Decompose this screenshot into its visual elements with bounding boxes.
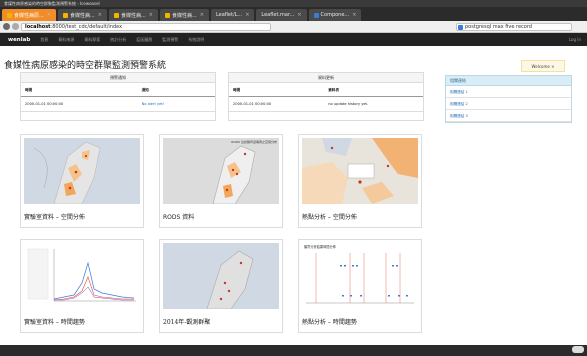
table-row: 2000-01-01 00:00:00 No alert yet!: [21, 96, 215, 112]
thumbnail-caption: 熱點分析 – 時間趨勢: [302, 319, 357, 326]
table-header-row: 時間 資料表: [229, 83, 423, 97]
nav-item-help[interactable]: 系統說明: [188, 37, 204, 43]
related-link[interactable]: 相關連結 1: [446, 86, 571, 98]
related-links-panel: 相關連結 相關連結 1 相關連結 2 相關連結 3: [445, 75, 572, 123]
thumbnail-hotspot-spatial[interactable]: 熱點分析 – 空間分佈: [298, 134, 422, 228]
map-image: RODS 急診腸胃道病例之空間分布: [163, 138, 279, 204]
page-favicon-icon: [313, 12, 319, 18]
browser-tab-bar: 食媒性病原... × 食媒性病... × 食媒性病... × 食媒性病... × Lea…: [0, 7, 587, 21]
forward-icon[interactable]: [12, 23, 19, 30]
browser-tab[interactable]: Leaflet.mar... ×: [256, 9, 307, 21]
alert-panel: 預警通知 時間 通知 2000-01-01 00:00:00 No alert …: [20, 72, 216, 121]
close-tab-icon[interactable]: ×: [245, 12, 249, 18]
welcome-badge: Welcome ×: [521, 60, 565, 72]
timeline-chart-icon: 腸胃分析結果時間分佈: [304, 244, 414, 304]
page-favicon-icon: [7, 12, 12, 18]
table-row: 2000-01-01 00:00:00 no update history ye…: [229, 96, 423, 112]
login-link[interactable]: Log In: [569, 37, 581, 42]
close-tab-icon[interactable]: ×: [200, 12, 204, 18]
browser-tab[interactable]: 食媒性病... ×: [108, 9, 158, 21]
close-tab-icon[interactable]: ×: [149, 12, 153, 18]
close-tab-icon[interactable]: ×: [98, 12, 102, 18]
address-bar: localhost:8000/test_cdc/default/index po…: [0, 21, 587, 33]
search-engine-icon: [458, 24, 463, 30]
browser-status-bar: [0, 345, 587, 356]
url-input[interactable]: localhost:8000/test_cdc/default/index: [21, 22, 271, 31]
browser-tab[interactable]: 食媒性病... ×: [159, 9, 209, 21]
status-indicator-icon: [572, 346, 584, 353]
thumbnail-caption: 熱點分析 – 空間分佈: [302, 214, 357, 221]
close-tab-icon[interactable]: ×: [352, 12, 356, 18]
column-header: 通知: [137, 83, 215, 97]
page-favicon-icon: [113, 12, 119, 18]
related-link[interactable]: 相關連結 2: [446, 98, 571, 110]
map-image: [302, 138, 418, 204]
browser-tab[interactable]: 食媒性病... ×: [57, 9, 107, 21]
update-panel-title: 資料更新: [229, 73, 423, 83]
page-title: 食媒性病原感染的時空群聚監測預警系統: [4, 61, 167, 71]
alert-link[interactable]: No alert yet!: [137, 96, 215, 112]
table-cell: no update history yet.: [324, 96, 423, 112]
close-tab-icon[interactable]: ×: [47, 12, 51, 18]
line-chart-icon: [27, 248, 136, 302]
update-panel: 資料更新 時間 資料表 2000-01-01 00:00:00 no updat…: [228, 72, 424, 121]
taiwan-map-icon: RODS 急診腸胃道病例之空間分布: [163, 138, 279, 204]
window-title: 食媒性病原感染的時空群聚監測預警系統 - Iceweasel: [4, 1, 100, 6]
thumbnail-caption: 2014年-觀測群聚: [163, 319, 211, 326]
taiwan-map-icon: [24, 138, 140, 204]
map-image-title: RODS 急診腸胃道病例之空間分布: [231, 139, 277, 144]
browser-tab[interactable]: 食媒性病原... ×: [2, 9, 56, 21]
thumbnail-caption: 實驗室資料 – 時間趨勢: [24, 319, 85, 326]
taiwan-map-icon: [163, 243, 279, 309]
alert-panel-title: 預警通知: [21, 73, 215, 83]
search-input[interactable]: postgresql max five record: [456, 22, 572, 31]
close-tab-icon[interactable]: ×: [297, 12, 301, 18]
browser-tab[interactable]: Compone... ×: [308, 9, 362, 21]
thumbnail-2014-clusters[interactable]: 2014年-觀測群聚: [159, 239, 283, 333]
map-image: [24, 138, 140, 204]
back-icon[interactable]: [3, 23, 10, 30]
chart-image: 腸胃分析結果時間分佈: [302, 243, 418, 309]
thumbnail-hotspot-temporal[interactable]: 腸胃分析結果時間分佈 熱點分析 – 時間趨勢: [298, 239, 422, 333]
thumbnail-lab-spatial[interactable]: 實驗室資料 – 空間分佈: [20, 134, 144, 228]
chart-image-title: 腸胃分析結果時間分佈: [304, 244, 337, 249]
hotspot-map-icon: [302, 138, 418, 204]
brand-link[interactable]: wenlab: [8, 37, 30, 43]
column-header: 資料表: [324, 83, 423, 97]
related-links-title: 相關連結: [446, 76, 571, 86]
column-header: 時間: [21, 83, 138, 97]
alert-table: 時間 通知 2000-01-01 00:00:00 No alert yet!: [21, 83, 215, 112]
table-cell: 2000-01-01 00:00:00: [21, 96, 138, 112]
page-favicon-icon: [164, 12, 170, 18]
browser-tab[interactable]: Leaflet/L... ×: [210, 9, 255, 21]
thumbnail-lab-temporal[interactable]: 實驗室資料 – 時間趨勢: [20, 239, 144, 333]
map-image: [163, 243, 279, 309]
update-table: 時間 資料表 2000-01-01 00:00:00 no update his…: [229, 83, 423, 112]
thumbnail-caption: RODS 資料: [163, 214, 195, 221]
nav-item-data-explore[interactable]: 資料探索: [84, 37, 100, 43]
table-cell: 2000-01-01 00:00:00: [229, 96, 325, 112]
thumbnail-rods[interactable]: RODS 急診腸胃道病例之空間分布 RODS 資料: [159, 134, 283, 228]
thumbnail-caption: 實驗室資料 – 空間分佈: [24, 214, 85, 221]
nav-item-layers[interactable]: 疫區圖層: [136, 37, 152, 43]
nav-item-alerts[interactable]: 監測預警: [162, 37, 178, 43]
nav-item-statistics[interactable]: 統計分析: [110, 37, 126, 43]
chart-image: [24, 243, 140, 309]
close-icon[interactable]: ×: [551, 64, 554, 69]
page-favicon-icon: [62, 12, 68, 18]
nav-item-data-source[interactable]: 資料來源: [58, 37, 74, 43]
nav-item-home[interactable]: 首頁: [40, 37, 48, 43]
app-navbar: wenlab 首頁 資料來源 資料探索 統計分析 疫區圖層 監測預警 系統說明 …: [0, 33, 587, 46]
related-link[interactable]: 相關連結 3: [446, 110, 571, 122]
window-titlebar: 食媒性病原感染的時空群聚監測預警系統 - Iceweasel: [0, 0, 587, 7]
page-content: 食媒性病原感染的時空群聚監測預警系統 Welcome × 預警通知 時間 通知 …: [0, 46, 587, 345]
table-header-row: 時間 通知: [21, 83, 215, 97]
column-header: 時間: [229, 83, 325, 97]
